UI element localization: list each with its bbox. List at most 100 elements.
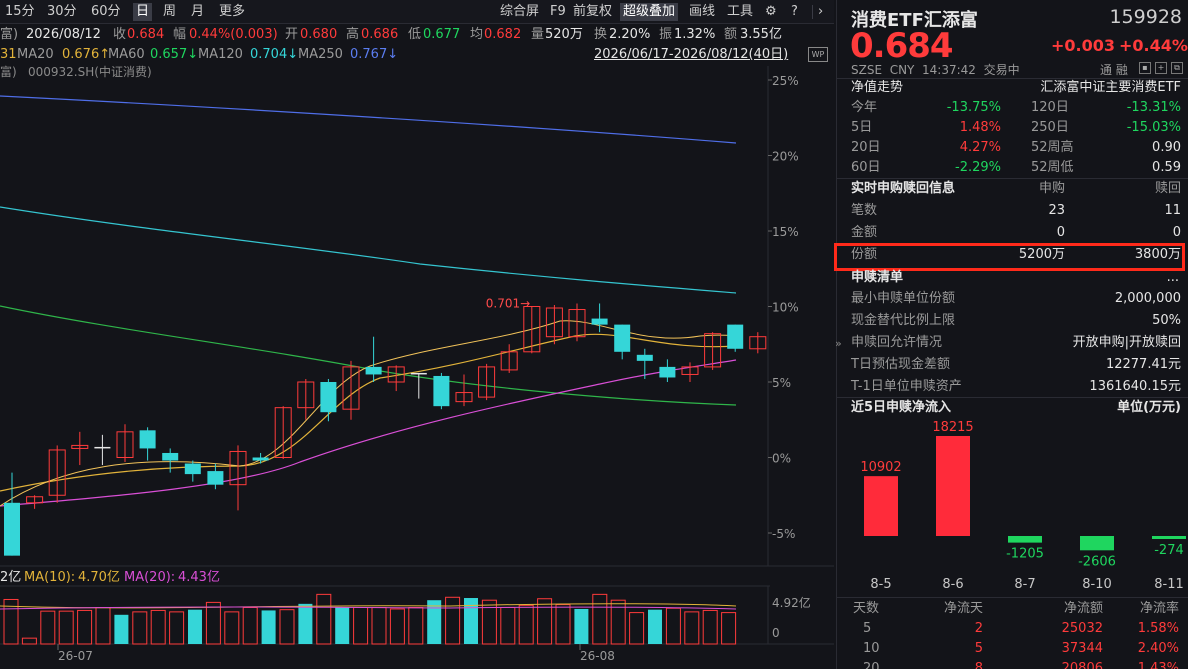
- volume-bar-up: [150, 609, 166, 645]
- flow-date-label: 8-7: [1014, 577, 1035, 592]
- price-change-pct: +0.44%: [1119, 36, 1188, 55]
- wp-icon[interactable]: WP: [808, 47, 828, 62]
- nav-row: 今年 -13.75% 120日 -13.31%: [851, 98, 1181, 118]
- date-range[interactable]: 2026/06/17-2026/08/12(40日): [594, 45, 788, 65]
- volume-bar-up: [21, 637, 37, 645]
- flow-value-label: 10902: [860, 460, 901, 475]
- nav-row: 60日 -2.29% 52周低 0.59: [851, 158, 1181, 178]
- vol-ma10-value: 4.70亿: [78, 570, 120, 585]
- moving-average-lines: [0, 95, 737, 507]
- redeem-label: T-1日单位申赎资产: [851, 379, 962, 394]
- volume-bar-up: [629, 612, 645, 645]
- volume-legend: 2亿 MA(10): 4.70亿 MA(20): 4.43亿: [0, 570, 220, 585]
- volume-bar-down: [648, 609, 662, 644]
- nav-value: 0.59: [1152, 160, 1181, 175]
- redeem-list-header: 申赎清单 ...: [851, 268, 1181, 288]
- price-info-bar: 富) 2026/08/12 收 0.684 幅 0.44%(0.003) 开 0…: [0, 24, 834, 45]
- volume-bar-down: [261, 610, 276, 644]
- flow-date-label: 8-5: [870, 577, 891, 592]
- nav-row: 20日 4.27% 52周高 0.90: [851, 138, 1181, 158]
- period-month-tab[interactable]: 月: [188, 3, 207, 21]
- realtime-redeem: 0: [1172, 225, 1181, 240]
- redeem-label: 最小申赎单位份额: [851, 291, 956, 306]
- candles: 0.701→: [4, 296, 767, 556]
- flow-value-label: 18215: [932, 420, 973, 435]
- volume-value: 520万: [545, 27, 583, 42]
- volume-bar-up: [77, 609, 93, 645]
- flow-date-label: 8-10: [1082, 577, 1112, 592]
- nav-label: 250日: [1031, 120, 1069, 135]
- candle-body-down: [207, 471, 224, 485]
- flow-amount: 37344: [1061, 641, 1103, 656]
- volume-bar-down: [114, 614, 129, 644]
- more-icon[interactable]: ...: [1167, 268, 1179, 288]
- redeem-list-row: T日预估现金差额 12277.41元: [851, 355, 1181, 375]
- toolbar-divider: [812, 5, 813, 19]
- x-tick-label: 26-07: [58, 649, 93, 663]
- candle-body-down: [727, 324, 744, 349]
- tools-button[interactable]: 工具: [724, 3, 756, 21]
- candle-body-down: [365, 366, 382, 375]
- composite-screen-button[interactable]: 综合屏: [497, 3, 542, 21]
- redeem-value: 2,000,000: [1114, 291, 1181, 306]
- security-code: 159928: [1109, 6, 1182, 28]
- volume-bar-up: [40, 610, 56, 645]
- period-30min-tab[interactable]: 30分: [44, 3, 80, 21]
- volume-bar-down: [335, 607, 350, 644]
- avg-value: 0.682: [484, 27, 522, 42]
- flow-rate: 1.58%: [1137, 621, 1179, 636]
- quote-panel: » 消费ETF汇添富 159928 0.684 +0.003 +0.44% SZ…: [834, 0, 1188, 669]
- volume-bar-up: [169, 611, 185, 645]
- current-date: 2026/08/12: [26, 27, 101, 42]
- window-icon[interactable]: ⧉: [1171, 62, 1183, 74]
- candle-body-down: [614, 324, 631, 352]
- period-toolbar: 15分 30分 60分 日 周 月 更多 综合屏 F9 前复权 超级叠加 画线 …: [0, 0, 834, 24]
- turnover-value: 2.20%: [609, 27, 651, 42]
- f9-button[interactable]: F9: [547, 3, 569, 21]
- ma-legend-bar: 31 MA20 0.676↑ MA60 0.657↓ MA120 0.704↓ …: [0, 45, 834, 65]
- ma120-value: 0.704↓: [250, 47, 299, 62]
- nav-label: 120日: [1031, 100, 1069, 115]
- volume-bar-up: [371, 607, 387, 645]
- net-flow-header: 天数 净流天 净流额 净流率: [853, 601, 1179, 616]
- help-icon[interactable]: ?: [788, 3, 801, 21]
- realtime-purchase: 0: [1056, 225, 1065, 240]
- ma250-value: 0.767↓: [350, 47, 399, 62]
- nav-value: -15.03%: [1126, 120, 1181, 135]
- outflow-bar: [1080, 536, 1114, 551]
- draw-line-button[interactable]: 画线: [686, 3, 718, 21]
- add-icon[interactable]: +: [1155, 62, 1167, 74]
- trade-icon[interactable]: ▪: [1139, 62, 1151, 74]
- period-day-tab[interactable]: 日: [133, 3, 153, 21]
- collapse-chevron-icon[interactable]: ›: [815, 3, 826, 21]
- redeem-value: 50%: [1152, 313, 1181, 328]
- flow-amount: 25032: [1061, 621, 1103, 636]
- candle-body-down: [659, 366, 676, 378]
- volume-bar-up: [702, 609, 718, 645]
- expand-chevron-icon[interactable]: »: [835, 337, 842, 350]
- realtime-redeem: 11: [1164, 203, 1181, 218]
- period-more-tab[interactable]: 更多: [216, 3, 248, 21]
- flow-days: 5: [863, 621, 872, 636]
- super-overlay-button[interactable]: 超级叠加: [620, 3, 679, 21]
- candle-body-flat: [94, 446, 111, 449]
- period-15min-tab[interactable]: 15分: [2, 3, 38, 21]
- realtime-row: 金额 0 0: [851, 223, 1181, 243]
- vol-axis-zero: 0: [772, 626, 780, 640]
- realtime-title: 实时申购赎回信息: [851, 181, 956, 196]
- period-week-tab[interactable]: 周: [160, 3, 179, 21]
- settings-gear-icon[interactable]: ⚙: [762, 3, 780, 21]
- candle-body-down: [4, 502, 20, 556]
- nav-value: 4.27%: [959, 140, 1001, 155]
- volume-bar-up: [279, 609, 295, 645]
- ma20-value: 0.676↑: [62, 47, 111, 62]
- period-60min-tab[interactable]: 60分: [88, 3, 124, 21]
- volume-bar-down: [574, 608, 589, 644]
- flow-days: 10: [863, 641, 880, 656]
- forward-adjust-button[interactable]: 前复权: [570, 3, 615, 21]
- y-tick-label: 5%: [772, 376, 791, 390]
- nav-label: 5日: [851, 120, 873, 135]
- nav-row: 5日 1.48% 250日 -15.03%: [851, 118, 1181, 138]
- volume-bar-up: [555, 604, 571, 645]
- flow-count: 5: [974, 641, 983, 656]
